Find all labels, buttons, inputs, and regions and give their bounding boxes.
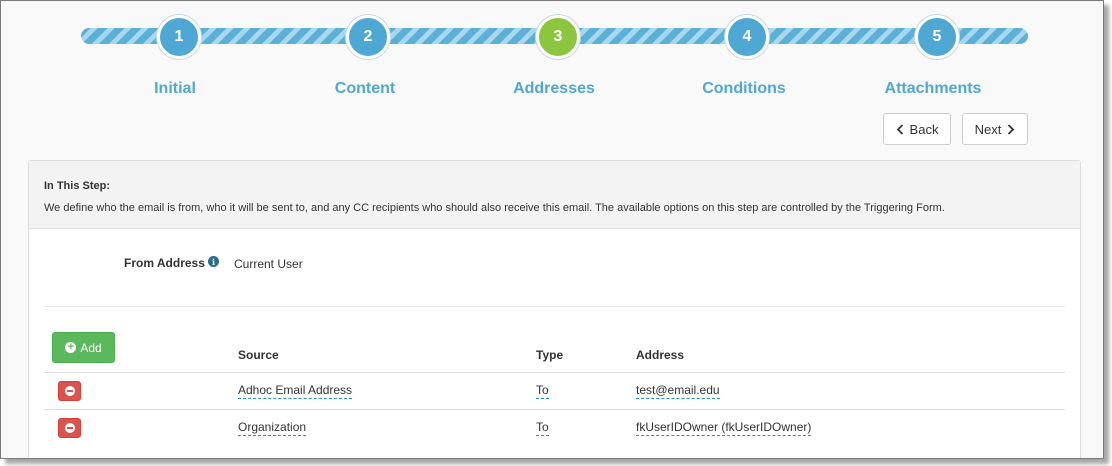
wizard-step-3[interactable]: 3 (536, 15, 580, 59)
from-address-value: Current User (234, 257, 303, 271)
minus-circle-icon (64, 386, 75, 396)
from-address-label: From Address (124, 256, 205, 270)
column-header-source: Source (238, 348, 279, 362)
wizard-step-label-conditions[interactable]: Conditions (664, 80, 824, 98)
table-header-divider (44, 372, 1065, 373)
chevron-right-icon (1008, 123, 1015, 135)
addresses-panel: In This Step: We define who the email is… (28, 160, 1081, 458)
recipient-type[interactable]: To (536, 420, 549, 436)
next-button-label: Next (974, 121, 1002, 137)
recipient-source[interactable]: Organization (238, 420, 307, 436)
next-button[interactable]: Next (962, 113, 1028, 145)
recipient-type[interactable]: To (536, 383, 549, 399)
section-divider (44, 306, 1065, 307)
remove-recipient-button[interactable] (58, 418, 81, 438)
info-icon[interactable]: i (208, 256, 219, 267)
minus-circle-icon (64, 423, 75, 433)
remove-recipient-button[interactable] (58, 381, 81, 401)
column-header-type: Type (536, 348, 564, 362)
wizard-step-4[interactable]: 4 (725, 15, 769, 59)
add-recipient-button[interactable]: + Add (52, 332, 115, 363)
wizard-step-label-addresses[interactable]: Addresses (474, 80, 634, 98)
recipient-source[interactable]: Adhoc Email Address (238, 383, 353, 399)
wizard-step-label-initial[interactable]: Initial (95, 80, 255, 98)
email-wizard-window: 1 2 3 4 5 Initial Content Addresses Cond… (0, 0, 1104, 459)
wizard-step-label-attachments[interactable]: Attachments (853, 80, 1013, 98)
wizard-step-1[interactable]: 1 (157, 15, 201, 59)
plus-circle-icon: + (65, 342, 77, 353)
chevron-left-icon (896, 123, 903, 135)
step-info-description: We define who the email is from, who it … (44, 202, 945, 214)
table-row-divider (44, 409, 1065, 410)
recipient-address[interactable]: fkUserIDOwner (fkUserIDOwner) (636, 420, 812, 436)
step-info-header: In This Step: We define who the email is… (29, 161, 1080, 229)
back-button[interactable]: Back (883, 113, 951, 145)
back-button-label: Back (909, 121, 939, 137)
recipient-address[interactable]: test@email.edu (636, 383, 720, 399)
add-button-label: Add (80, 340, 102, 355)
wizard-step-5[interactable]: 5 (915, 15, 959, 59)
step-info-title: In This Step: (44, 180, 110, 192)
wizard-step-label-content[interactable]: Content (285, 80, 445, 98)
wizard-step-2[interactable]: 2 (346, 15, 390, 59)
column-header-address: Address (636, 348, 685, 362)
